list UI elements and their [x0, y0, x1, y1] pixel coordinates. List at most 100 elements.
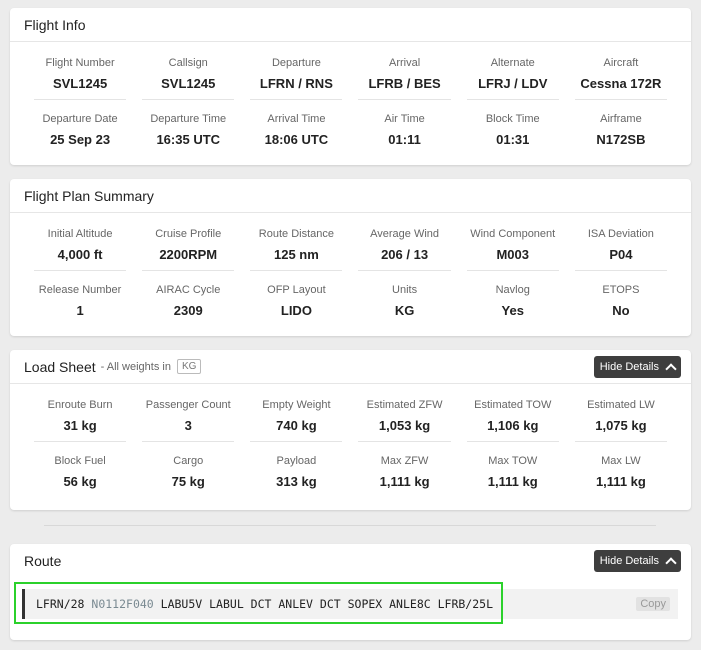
flight-plan-row-1: Initial Altitude 4,000 ft Cruise Profile 2…: [10, 213, 691, 271]
field-departure-time: Departure Time 16:35 UTC: [142, 100, 234, 156]
load-sheet-header: Load Sheet - All weights in KG Hide Deta…: [10, 350, 691, 384]
flight-info-header: Flight Info: [10, 8, 691, 42]
field-value: 1,111 kg: [595, 474, 646, 489]
field-max-zfw: Max ZFW 1,111 kg: [358, 442, 450, 498]
field-value: No: [612, 303, 630, 318]
field-passenger-count: Passenger Count 3: [142, 384, 235, 442]
field-label: Max LW: [601, 455, 641, 467]
field-label: Aircraft: [603, 57, 639, 69]
field-flight-number: Flight Number SVL1245: [34, 42, 127, 100]
flight-info-row-2: Departure Date 25 Sep 23 Departure Time 16…: [10, 100, 691, 156]
load-sheet-row-2: Block Fuel 56 kg Cargo 75 kg Payload 313 kg…: [10, 442, 691, 498]
field-label: Cargo: [173, 455, 204, 467]
field-value: LFRB / BES: [368, 76, 441, 91]
field-navlog: Navlog Yes: [467, 271, 559, 327]
flight-plan-row-2: Release Number 1 AIRAC Cycle 2309 OFP Layo…: [10, 271, 691, 327]
field-value: 56 kg: [63, 474, 97, 489]
field-airac-cycle: AIRAC Cycle 2309: [142, 271, 234, 327]
field-initial-altitude: Initial Altitude 4,000 ft: [34, 213, 127, 271]
field-enroute-burn: Enroute Burn 31 kg: [34, 384, 127, 442]
field-value: KG: [394, 303, 415, 318]
field-wind-component: Wind Component M003: [466, 213, 559, 271]
field-value: SVL1245: [161, 76, 216, 91]
field-label: Callsign: [168, 57, 208, 69]
field-label: Payload: [276, 455, 317, 467]
field-label: Estimated ZFW: [366, 399, 443, 411]
field-label: Flight Number: [45, 57, 115, 69]
field-aircraft: Aircraft Cessna 172R: [574, 42, 667, 100]
field-label: Departure Time: [150, 113, 227, 125]
field-label: Route Distance: [258, 228, 335, 240]
route-title: Route: [24, 553, 62, 569]
field-label: Empty Weight: [262, 399, 331, 411]
section-divider: [44, 525, 656, 526]
field-value: 3: [184, 418, 192, 433]
field-arrival: Arrival LFRB / BES: [358, 42, 451, 100]
field-label: Navlog: [495, 284, 530, 296]
field-cruise-profile: Cruise Profile 2200RPM: [142, 213, 235, 271]
field-label: Block Fuel: [54, 455, 106, 467]
field-label: Estimated TOW: [474, 399, 552, 411]
load-sheet-subnote: - All weights in: [100, 360, 171, 373]
field-isa-deviation: ISA Deviation P04: [574, 213, 667, 271]
field-max-lw: Max LW 1,111 kg: [575, 442, 667, 498]
field-callsign: Callsign SVL1245: [142, 42, 235, 100]
field-value: 125 nm: [274, 247, 319, 262]
field-label: Departure: [271, 57, 321, 69]
load-sheet-title: Load Sheet: [24, 358, 96, 375]
field-arrival-time: Arrival Time 18:06 UTC: [250, 100, 342, 156]
field-value: 75 kg: [171, 474, 205, 489]
field-alternate: Alternate LFRJ / LDV: [466, 42, 559, 100]
field-block-time: Block Time 01:31: [467, 100, 559, 156]
field-release-number: Release Number 1: [34, 271, 126, 327]
field-value: Cessna 172R: [580, 76, 662, 91]
field-value: 1,053 kg: [378, 418, 431, 433]
field-value: 25 Sep 23: [50, 132, 111, 147]
field-payload: Payload 313 kg: [250, 442, 342, 498]
field-cargo: Cargo 75 kg: [142, 442, 234, 498]
field-label: Estimated LW: [587, 399, 655, 411]
field-label: Max ZFW: [380, 455, 429, 467]
flight-info-row-1: Flight Number SVL1245 Callsign SVL1245 Dep…: [10, 42, 691, 100]
hide-details-label: Hide Details: [599, 361, 659, 373]
flight-plan-card: Flight Plan Summary Initial Altitude 4,00…: [10, 179, 691, 336]
field-value: N172SB: [596, 132, 646, 147]
field-label: Max TOW: [488, 455, 538, 467]
field-value: LFRN / RNS: [259, 76, 333, 91]
field-value: 01:11: [388, 132, 421, 147]
field-value: 740 kg: [276, 418, 317, 433]
field-route-distance: Route Distance 125 nm: [250, 213, 343, 271]
field-etops: ETOPS No: [575, 271, 667, 327]
field-value: LIDO: [280, 303, 312, 318]
field-label: Initial Altitude: [47, 228, 113, 240]
flight-info-card: Flight Info Flight Number SVL1245 Callsig…: [10, 8, 691, 165]
field-label: Release Number: [38, 284, 122, 296]
field-value: 1: [76, 303, 84, 318]
field-value: 1,106 kg: [487, 418, 539, 433]
field-label: Arrival Time: [267, 113, 326, 125]
route-hide-details-button[interactable]: Hide Details: [593, 550, 681, 572]
field-label: Departure Date: [42, 113, 118, 125]
field-value: 1,111 kg: [379, 474, 430, 489]
field-label: AIRAC Cycle: [156, 284, 221, 296]
chevron-up-icon: [665, 557, 677, 569]
field-estimated-lw: Estimated LW 1,075 kg: [574, 384, 667, 442]
route-header: Route Hide Details: [10, 544, 691, 578]
load-sheet-hide-details-button[interactable]: Hide Details: [593, 356, 681, 378]
hide-details-label: Hide Details: [599, 555, 659, 567]
field-label: Cruise Profile: [155, 228, 222, 240]
field-air-time: Air Time 01:11: [358, 100, 450, 156]
field-departure-date: Departure Date 25 Sep 23: [34, 100, 126, 156]
field-label: Arrival: [388, 57, 421, 69]
field-label: Alternate: [490, 57, 535, 69]
field-value: M003: [496, 247, 529, 262]
field-label: Average Wind: [370, 228, 440, 240]
copy-route-button[interactable]: Copy: [636, 597, 670, 611]
field-label: ISA Deviation: [587, 228, 654, 240]
field-value: 313 kg: [276, 474, 317, 489]
field-empty-weight: Empty Weight 740 kg: [250, 384, 343, 442]
field-value: 01:31: [496, 132, 530, 147]
field-label: Units: [392, 284, 418, 296]
flight-plan-title: Flight Plan Summary: [24, 187, 154, 204]
field-estimated-zfw: Estimated ZFW 1,053 kg: [358, 384, 451, 442]
